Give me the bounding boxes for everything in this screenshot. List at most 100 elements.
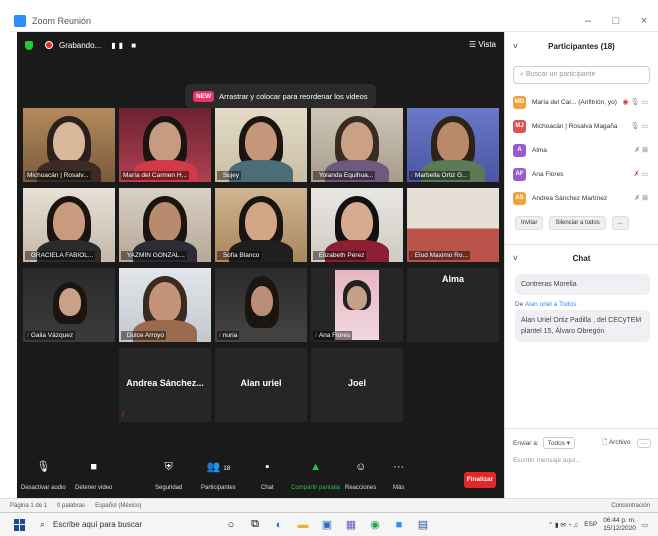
end-meeting-button[interactable]: Finalizar [464,472,496,488]
camera-icon: ■ [90,461,97,473]
stop-video-button[interactable]: ■ Detener video [75,461,112,494]
minimize-button[interactable]: – [574,15,602,27]
teams-icon[interactable]: ▦ [344,518,358,531]
task-view-icon[interactable]: ⧉ [248,518,262,531]
screen: Zoom Reunión – □ × Grabando... ▮▮ ■ ☰ Vi… [0,0,658,536]
video-tile[interactable]: / nuria [215,268,307,342]
video-tile[interactable]: Alma [407,268,499,342]
participant-name: / nuria [217,331,240,340]
video-area: Grabando... ▮▮ ■ ☰ Vista NEW Arrastrar y… [17,32,504,498]
participant-row[interactable]: AS Andrea Sánchez Martínez ✗ ⊠ [505,186,658,210]
focus-mode-button[interactable]: Concentración [611,503,650,509]
microphone-icon: 🎙 [36,461,51,473]
participants-more-button[interactable]: ... [611,216,629,230]
reactions-button[interactable]: ☺ Reacciones [345,461,376,494]
share-screen-button[interactable]: ▲ Compartir pantalla [291,461,340,494]
cortana-icon[interactable]: ○ [224,519,238,531]
participant-name: Alan uriel [240,378,282,388]
video-tile[interactable]: Michoacán | Rosalv... [23,108,115,182]
zoom-icon[interactable]: ■ [392,519,406,531]
file-button[interactable]: 🗋 Archivo [602,438,630,449]
participant-name: / Galia Vázquez [25,331,76,340]
participant-name: Andrea Sánchez... [126,378,204,388]
security-shield-icon[interactable] [25,40,33,50]
video-tile[interactable]: / YAZMIN GONZAL... [119,188,211,262]
chat-more-button[interactable]: ··· [636,438,651,448]
chrome-icon[interactable]: ◉ [368,518,382,531]
clock[interactable]: 06:44 p. m. 15/12/2020 [603,517,636,533]
edge-icon[interactable]: ◐ [272,519,286,531]
video-tile[interactable]: Alan uriel [215,348,307,422]
file-explorer-icon[interactable]: ▬ [296,519,310,531]
shield-icon: ⛨ [164,461,173,473]
chat-compose: Enviar a: Todos ▾ 🗋 Archivo ··· Escribir… [505,428,658,498]
mute-all-button[interactable]: Silenciar a todos [549,216,606,230]
close-button[interactable]: × [630,15,658,27]
participant-name: / Elizabeth Pérez [313,251,367,260]
status-icons: ✗ ⊠ [634,147,648,154]
status-icons: ✗ ▭ [633,171,648,178]
security-button[interactable]: ⛨ Seguridad [155,461,182,494]
participant-search-input[interactable]: ⌕ Buscar un participante [513,66,650,84]
video-tile[interactable]: / Yolanda Equihua... [311,108,403,182]
video-tile[interactable]: Andrea Sánchez... / [119,348,211,422]
video-tile[interactable]: / Galia Vázquez [23,268,115,342]
view-button[interactable]: ☰ Vista [469,40,496,49]
taskbar-search[interactable]: ⌕ Escribe aquí para buscar [40,519,200,530]
video-tile[interactable]: / Elud Maximo Ro... [407,188,499,262]
participant-name: / YAZMIN GONZAL... [121,251,187,260]
recipient-select[interactable]: Todos ▾ [542,437,576,449]
page-count: Página 1 de 1 [10,502,48,509]
participant-name: Alma [441,274,464,284]
input-language[interactable]: ESP [584,521,597,528]
video-tile[interactable]: / Ana Flores [311,268,403,342]
video-tile[interactable]: / Sujey [215,108,307,182]
chevron-down-icon[interactable]: ˅ [513,42,518,51]
mute-audio-button[interactable]: 🎙 Desactivar audio [21,461,66,494]
chat-button[interactable]: ▪ Chat [261,461,274,494]
store-icon[interactable]: ▣ [320,518,334,531]
avatar: A [513,143,526,157]
video-tile[interactable]: / Dulce Arroyo [119,268,211,342]
tray-icons[interactable]: ⌃ ▮ ✉ ◔ ♫ [548,521,579,529]
participant-row[interactable]: AF Ana Flores ✗ ▭ [505,162,658,186]
muted-icon: / [122,412,124,419]
word-count: 0 palabras [57,502,86,509]
video-tile[interactable]: / Elizabeth Pérez [311,188,403,262]
language-indicator[interactable]: Español (México) [95,503,141,509]
participant-row[interactable]: MD María del Car... (Anfitrión, yo) ◉ 🎙 … [505,90,658,114]
video-tile[interactable]: / Sofia Blanco [215,188,307,262]
video-tile[interactable]: María del Carmen H... [119,108,211,182]
avatar: AS [513,191,526,205]
video-tile[interactable]: / Marbella Ortiz G... [407,108,499,182]
participant-row[interactable]: A Alma ✗ ⊠ [505,138,658,162]
sender-name[interactable]: Alan uriel [525,301,552,308]
participant-name: Michoacán | Rosalv... [25,171,91,180]
chat-title: Chat [572,254,591,263]
chat-message: Alan Uriel Ortiz Padilla , del CECyTEM p… [515,310,650,342]
recording-controls[interactable]: ▮▮ ■ [111,41,139,50]
participants-button[interactable]: 👥 18 Participantes [201,461,236,494]
video-tile[interactable]: / GRACIELA FABIOL... [23,188,115,262]
video-tile[interactable]: Joel [311,348,403,422]
invite-button[interactable]: Invitar [515,216,544,230]
status-icons: ◉ 🎙 ▭ [622,99,649,106]
chat-sender-line: De Alan uriel a Todos [515,301,577,308]
chat-message-input[interactable]: Escribir mensaje aquí... [505,453,658,468]
chat-header: ˅ Chat [505,244,658,272]
window-title: Zoom Reunión [32,15,92,26]
participant-row[interactable]: MJ Michoacán | Rosalva Magaña 🎙 ▭ [505,114,658,138]
participant-list: MD María del Car... (Anfitrión, yo) ◉ 🎙 … [505,90,658,210]
chevron-down-icon[interactable]: ˅ [513,254,518,263]
participant-name: / Elud Maximo Ro... [409,251,470,260]
status-icons: ✗ ⊠ [634,195,648,202]
windows-start-icon[interactable] [14,518,26,531]
pinned-apps: ○ ⧉ ◐ ▬ ▣ ▦ ◉ ■ ▤ [224,518,430,531]
notifications-icon[interactable]: ▭ [642,521,648,529]
more-button[interactable]: ··· Más [393,461,404,494]
participants-header: ˅ Participantes (18) [505,32,658,60]
word-icon[interactable]: ▤ [416,518,430,531]
maximize-button[interactable]: □ [602,15,630,27]
participant-name: / Yolanda Equihua... [313,171,376,180]
tooltip-text: Arrastrar y colocar para reordenar los v… [219,91,368,101]
